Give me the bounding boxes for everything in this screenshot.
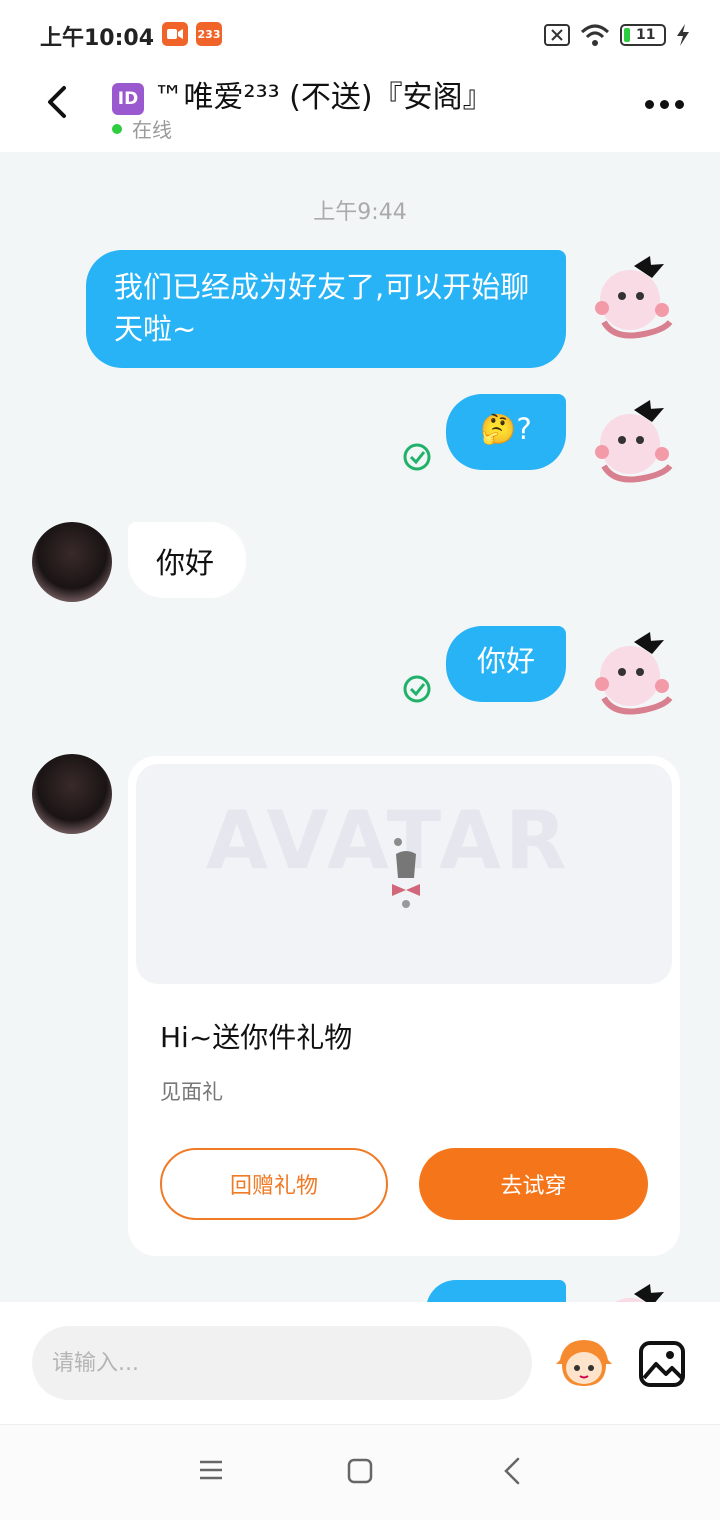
back-button[interactable] <box>38 82 78 122</box>
online-status: 在线 <box>112 114 172 143</box>
status-bar: 上午10:04 233 11 <box>0 0 720 70</box>
camera-app-icon <box>162 22 188 46</box>
read-check-icon <box>403 675 431 703</box>
message-bubble-outgoing[interactable]: 我们已经成为好友了,可以开始聊天啦~ <box>86 250 566 368</box>
chat-area[interactable]: 上午9:44 我们已经成为好友了,可以开始聊天啦~ 🤔? 你好 你好 AVATA… <box>0 152 720 1302</box>
message-timestamp: 上午9:44 <box>313 200 407 225</box>
app-badge-icon: 233 <box>196 22 222 46</box>
message-bubble-outgoing[interactable]: 你好 <box>446 626 566 702</box>
sticker-button-icon[interactable] <box>554 1338 614 1390</box>
more-options-button[interactable] <box>645 100 684 109</box>
read-check-icon <box>403 443 431 471</box>
message-input[interactable] <box>32 1326 532 1400</box>
my-avatar[interactable] <box>584 624 680 720</box>
try-on-button[interactable]: 去试穿 <box>419 1148 648 1220</box>
message-bubble-outgoing-partial[interactable] <box>426 1280 566 1302</box>
image-button-icon[interactable] <box>638 1340 686 1388</box>
id-badge-icon: ID <box>112 83 144 115</box>
message-bubble-incoming[interactable]: 你好 <box>128 522 246 598</box>
gift-item-icon <box>392 838 420 908</box>
system-nav-bar <box>0 1424 720 1520</box>
wifi-icon <box>580 24 610 46</box>
menu-icon[interactable] <box>198 1457 224 1483</box>
gift-card-subtitle: 见面礼 <box>160 1080 223 1104</box>
message-bubble-outgoing[interactable]: 🤔? <box>446 394 566 470</box>
gift-card[interactable]: AVATAR Hi~送你件礼物 见面礼 回赠礼物 去试穿 <box>128 756 680 1256</box>
chat-header: ID ™唯爱²³³ (不送)『安阁』 在线 <box>0 70 720 152</box>
charging-icon <box>677 24 689 46</box>
contact-avatar[interactable] <box>32 754 112 834</box>
chat-title: ID ™唯爱²³³ (不送)『安阁』 <box>112 72 493 116</box>
contact-name: ™唯爱²³³ (不送)『安阁』 <box>153 80 493 115</box>
gift-card-image: AVATAR <box>136 764 672 984</box>
status-icons: 11 <box>544 22 690 48</box>
online-dot-icon <box>112 123 122 134</box>
sim-icon <box>544 24 570 46</box>
chevron-left-icon <box>48 86 66 118</box>
battery-icon: 11 <box>620 24 666 46</box>
my-avatar[interactable] <box>584 392 680 488</box>
my-avatar[interactable] <box>584 1276 680 1302</box>
back-nav-icon[interactable] <box>500 1457 524 1485</box>
battery-level: 11 <box>636 27 656 43</box>
online-status-label: 在线 <box>132 118 172 142</box>
contact-avatar[interactable] <box>32 522 112 602</box>
return-gift-button[interactable]: 回赠礼物 <box>160 1148 388 1220</box>
status-time: 上午10:04 <box>40 26 155 51</box>
more-dots-icon <box>645 100 654 109</box>
home-icon[interactable] <box>346 1457 374 1485</box>
message-input-bar <box>0 1302 720 1424</box>
my-avatar[interactable] <box>584 248 680 344</box>
gift-card-title: Hi~送你件礼物 <box>160 1021 353 1054</box>
